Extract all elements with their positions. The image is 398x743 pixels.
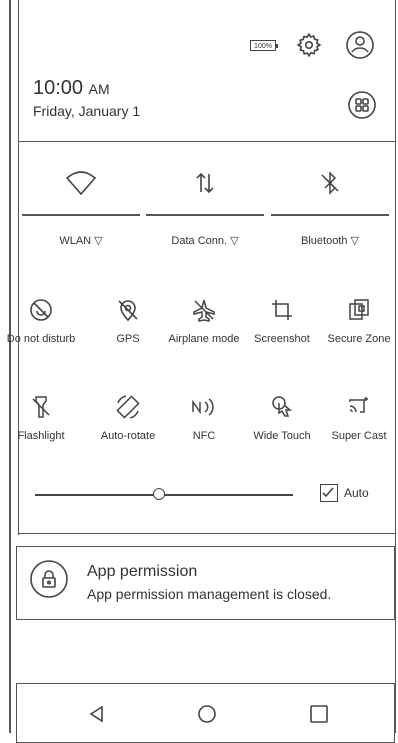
- clock-hours: 10:00: [33, 77, 84, 99]
- toggle-data-connection[interactable]: Data Conn. ▽: [146, 170, 264, 250]
- tile-screenshot[interactable]: Screenshot: [243, 293, 321, 345]
- back-icon[interactable]: [87, 704, 107, 724]
- home-icon[interactable]: [197, 704, 217, 724]
- tile-label: Airplane mode: [168, 333, 240, 345]
- airplane-icon: [193, 299, 215, 322]
- nfc-icon: [192, 398, 214, 416]
- navigation-bar: [16, 683, 395, 743]
- bluetooth-icon: [321, 171, 339, 195]
- tile-flashlight[interactable]: Flashlight: [2, 390, 80, 442]
- tile-gps[interactable]: GPS: [89, 293, 167, 345]
- panel-bottom-edge: [18, 533, 396, 534]
- tile-label: Secure Zone: [327, 333, 391, 345]
- frame-right-edge: [395, 0, 396, 733]
- account-icon[interactable]: [345, 30, 375, 60]
- settings-icon[interactable]: [296, 32, 322, 58]
- secure-zone-icon: [349, 299, 369, 320]
- toggle-bluetooth[interactable]: Bluetooth ▽: [271, 170, 389, 250]
- flashlight-icon: [32, 396, 50, 418]
- tile-super-cast[interactable]: Super Cast: [320, 390, 398, 442]
- clock-date: Friday, January 1: [33, 103, 141, 119]
- toggle-wlan-label: WLAN ▽: [59, 235, 103, 247]
- tile-label: Do not disturb: [6, 333, 76, 345]
- clock-ampm: AM: [88, 81, 110, 97]
- auto-brightness-checkbox[interactable]: [320, 484, 338, 502]
- tile-secure-zone[interactable]: Secure Zone: [320, 293, 398, 345]
- tile-do-not-disturb[interactable]: Do not disturb: [2, 293, 80, 345]
- tile-auto-rotate[interactable]: Auto-rotate: [89, 390, 167, 442]
- super-cast-icon: [349, 397, 368, 413]
- notification-title: App permission: [87, 563, 198, 580]
- panel-left-edge: [18, 0, 19, 535]
- data-connection-icon: [196, 172, 214, 194]
- toggle-data-underline: [146, 214, 264, 216]
- brightness-knob[interactable]: [152, 488, 165, 500]
- auto-rotate-icon: [116, 395, 140, 419]
- recents-icon[interactable]: [309, 704, 329, 724]
- tile-airplane-mode[interactable]: Airplane mode: [165, 293, 243, 345]
- tile-label: Auto-rotate: [100, 430, 156, 442]
- tile-label: Wide Touch: [253, 430, 311, 442]
- toggle-bluetooth-label: Bluetooth ▽: [301, 235, 359, 247]
- wifi-icon: [65, 171, 97, 196]
- tile-label: NFC: [192, 430, 216, 442]
- battery-icon: 100%: [250, 40, 278, 51]
- frame-left-edge: [9, 0, 11, 733]
- notification-app-permission[interactable]: App permission App permission management…: [16, 546, 395, 620]
- toggle-wlan-underline: [22, 214, 140, 216]
- battery-label: 100%: [254, 43, 272, 50]
- tile-label: Screenshot: [254, 333, 310, 345]
- lock-icon: [30, 560, 68, 598]
- grid-icon[interactable]: [347, 90, 377, 120]
- screenshot-icon: [272, 300, 292, 320]
- gps-icon: [118, 300, 138, 322]
- check-icon: [322, 487, 334, 498]
- auto-brightness-label: Auto: [344, 486, 369, 500]
- do-not-disturb-icon: [30, 299, 52, 321]
- notification-body: App permission management is closed.: [87, 586, 332, 602]
- toggle-wlan[interactable]: WLAN ▽: [22, 170, 140, 250]
- tile-label: GPS: [116, 333, 140, 345]
- tile-nfc[interactable]: NFC: [165, 390, 243, 442]
- header-divider: [18, 141, 396, 142]
- tile-label: Flashlight: [17, 430, 65, 442]
- toggle-data-label: Data Conn. ▽: [171, 235, 239, 247]
- toggle-bluetooth-underline: [271, 214, 389, 216]
- clock-time: 10:00 AM: [33, 77, 110, 100]
- wide-touch-icon: [272, 396, 293, 417]
- tile-wide-touch[interactable]: Wide Touch: [243, 390, 321, 442]
- tile-label: Super Cast: [331, 430, 387, 442]
